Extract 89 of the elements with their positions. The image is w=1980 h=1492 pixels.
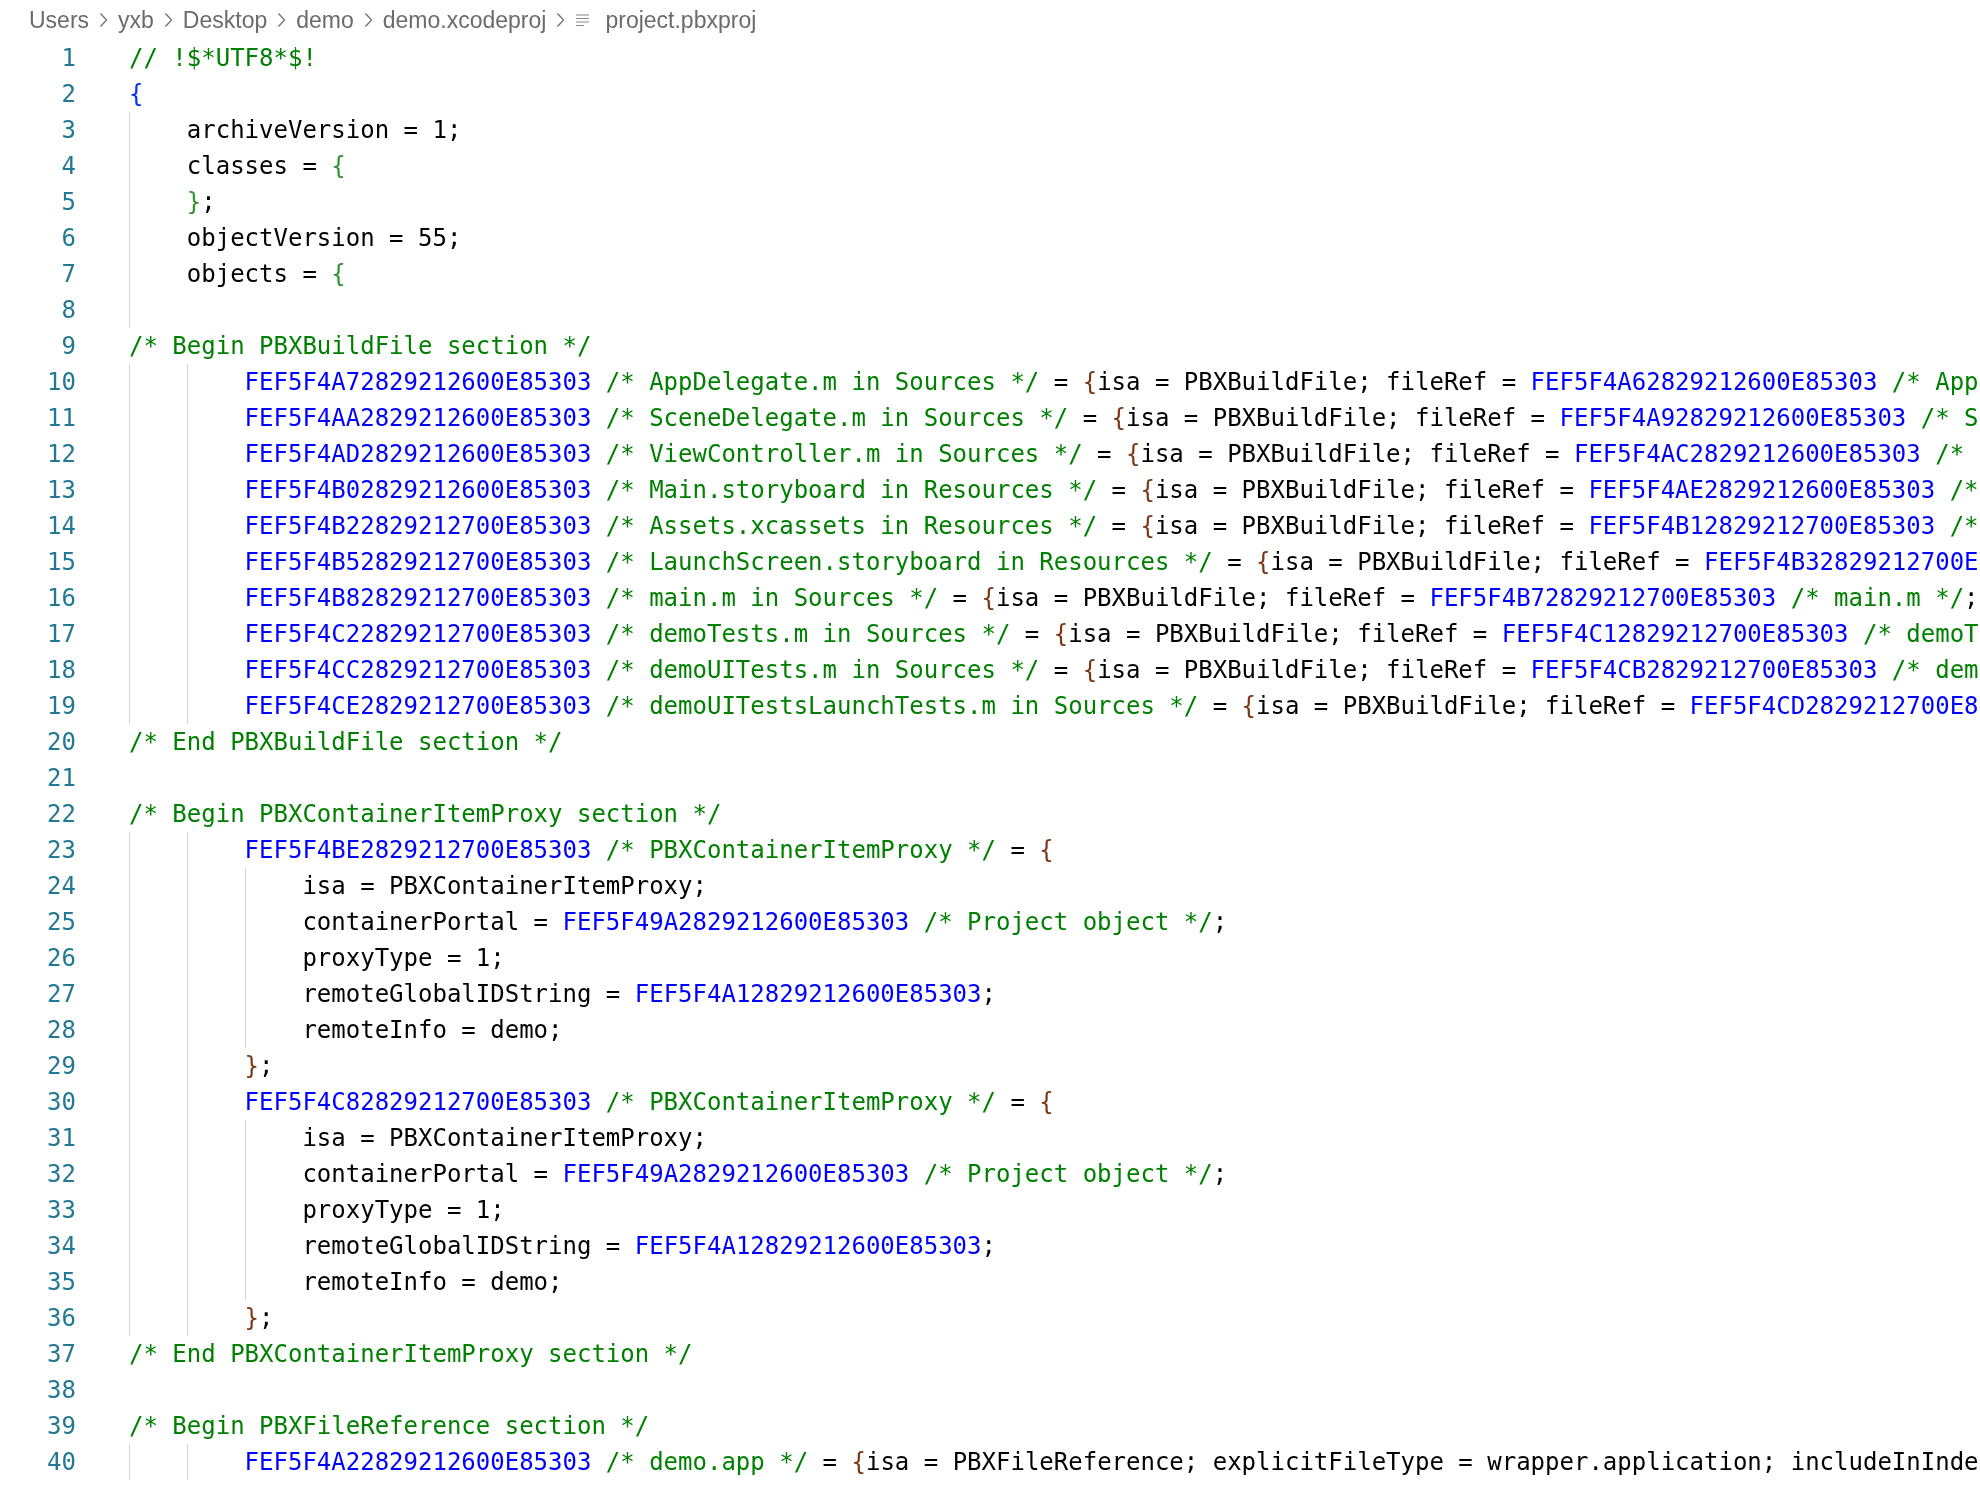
line-number: 21 xyxy=(46,763,76,794)
code-line: remoteInfo = demo; xyxy=(129,1264,563,1300)
breadcrumb-item[interactable]: project.pbxproj xyxy=(605,6,757,34)
code-line: objects = { xyxy=(129,256,346,292)
code-line: // !$*UTF8*$! xyxy=(129,43,317,74)
chevron-icon xyxy=(99,12,109,28)
code-line: FEF5F4C82829212700E85303 /* PBXContainerItemProxy */ = { xyxy=(129,1084,1054,1120)
code-line: /* Begin PBXFileReference section */ xyxy=(129,1411,650,1442)
code-line: /* Begin PBXBuildFile section */ xyxy=(129,331,592,362)
line-number: 32 xyxy=(46,1159,76,1190)
line-number: 19 xyxy=(46,691,76,722)
line-number: 17 xyxy=(46,619,76,650)
line-number: 15 xyxy=(46,547,76,578)
line-number: 31 xyxy=(46,1123,76,1154)
line-number: 40 xyxy=(46,1447,76,1478)
line-number: 26 xyxy=(46,943,76,974)
code-line: FEF5F4B52829212700E85303 /* LaunchScreen.storyboard in Resources */ = {isa = PBXBuildFile; fileRef = FEF5F4B32829212700E xyxy=(129,544,1979,580)
code-line: FEF5F4B82829212700E85303 /* main.m in Sources */ = {isa = PBXBuildFile; fileRef = FEF5F4B72829212700E85303 /* main.m */; xyxy=(129,580,1979,616)
line-number: 39 xyxy=(46,1411,76,1442)
line-number: 2 xyxy=(60,79,76,110)
line-number: 20 xyxy=(46,727,76,758)
line-number: 7 xyxy=(60,259,76,290)
breadcrumb-item[interactable]: demo.xcodeproj xyxy=(382,6,547,34)
code-line: remoteGlobalIDString = FEF5F4A12829212600E85303; xyxy=(129,1228,996,1264)
line-number: 9 xyxy=(60,331,76,362)
line-number: 10 xyxy=(46,367,76,398)
line-number: 34 xyxy=(46,1231,76,1262)
code-line: isa = PBXContainerItemProxy; xyxy=(129,868,707,904)
code-line: remoteGlobalIDString = FEF5F4A12829212600E85303; xyxy=(129,976,996,1012)
line-number: 12 xyxy=(46,439,76,470)
code-line: /* Begin PBXContainerItemProxy section */ xyxy=(129,799,722,830)
line-number: 37 xyxy=(46,1339,76,1370)
line-number: 14 xyxy=(46,511,76,542)
line-number: 28 xyxy=(46,1015,76,1046)
line-number: 27 xyxy=(46,979,76,1010)
code-line: /* End PBXContainerItemProxy section */ xyxy=(129,1339,693,1370)
chevron-icon xyxy=(556,12,566,28)
line-number: 4 xyxy=(60,151,76,182)
code-line: isa = PBXContainerItemProxy; xyxy=(129,1120,707,1156)
line-number: 8 xyxy=(60,295,76,326)
line-number: 1 xyxy=(60,43,76,74)
code-line: remoteInfo = demo; xyxy=(129,1012,563,1048)
code-line: proxyType = 1; xyxy=(129,940,505,976)
line-number: 36 xyxy=(46,1303,76,1334)
line-number: 16 xyxy=(46,583,76,614)
code-line: FEF5F4A22829212600E85303 /* demo.app */ = {isa = PBXFileReference; explicitFileType = wrapper.application; includeInInde xyxy=(129,1444,1979,1480)
code-line: FEF5F4A72829212600E85303 /* AppDelegate.m in Sources */ = {isa = PBXBuildFile; fileRef = FEF5F4A62829212600E85303 /* App xyxy=(129,364,1979,400)
code-line: archiveVersion = 1; xyxy=(129,112,462,148)
line-number: 23 xyxy=(46,835,76,866)
code-line: { xyxy=(129,79,144,110)
code-line: classes = { xyxy=(129,148,346,184)
code-line: FEF5F4CE2829212700E85303 /* demoUITestsLaunchTests.m in Sources */ = {isa = PBXBuildFile; fileRef = FEF5F4CD2829212700E8 xyxy=(129,688,1979,724)
code-line: }; xyxy=(129,1300,274,1336)
breadcrumb-item[interactable]: Desktop xyxy=(182,6,268,34)
file-lines-icon xyxy=(575,12,592,28)
line-number: 29 xyxy=(46,1051,76,1082)
code-line: proxyType = 1; xyxy=(129,1192,505,1228)
code-line: containerPortal = FEF5F49A2829212600E85303 /* Project object */; xyxy=(129,904,1228,940)
breadcrumb-item[interactable]: Users xyxy=(29,6,90,34)
code-line: FEF5F4BE2829212700E85303 /* PBXContainerItemProxy */ = { xyxy=(129,832,1054,868)
breadcrumb-item[interactable]: demo xyxy=(296,6,354,34)
code-line: }; xyxy=(129,1048,274,1084)
chevron-icon xyxy=(363,12,373,28)
code-line: FEF5F4C22829212700E85303 /* demoTests.m in Sources */ = {isa = PBXBuildFile; fileRef = FEF5F4C12829212700E85303 /* demoT xyxy=(129,616,1979,652)
line-number: 35 xyxy=(46,1267,76,1298)
code-line: /* End PBXBuildFile section */ xyxy=(129,727,563,758)
line-number: 24 xyxy=(46,871,76,902)
line-number: 30 xyxy=(46,1087,76,1118)
line-number: 6 xyxy=(60,223,76,254)
code-line: FEF5F4B02829212600E85303 /* Main.storyboard in Resources */ = {isa = PBXBuildFile; fileRef = FEF5F4AE2829212600E85303 /* xyxy=(129,472,1979,508)
breadcrumb-item[interactable]: yxb xyxy=(118,6,154,34)
line-number: 22 xyxy=(46,799,76,830)
line-number: 3 xyxy=(60,115,76,146)
line-number: 13 xyxy=(46,475,76,506)
code-line: }; xyxy=(129,184,216,220)
code-line: objectVersion = 55; xyxy=(129,220,462,256)
line-number: 18 xyxy=(46,655,76,686)
line-number: 11 xyxy=(46,403,76,434)
chevron-icon xyxy=(163,12,173,28)
code-line: FEF5F4AD2829212600E85303 /* ViewController.m in Sources */ = {isa = PBXBuildFile; fileRef = FEF5F4AC2829212600E85303 /* xyxy=(129,436,1965,472)
line-number: 25 xyxy=(46,907,76,938)
code-line: FEF5F4AA2829212600E85303 /* SceneDelegate.m in Sources */ = {isa = PBXBuildFile; fileRef = FEF5F4A92829212600E85303 /* S xyxy=(129,400,1979,436)
chevron-icon xyxy=(277,12,287,28)
line-number: 38 xyxy=(46,1375,76,1406)
code-line: FEF5F4B22829212700E85303 /* Assets.xcassets in Resources */ = {isa = PBXBuildFile; fileRef = FEF5F4B12829212700E85303 /* xyxy=(129,508,1979,544)
code-line: FEF5F4CC2829212700E85303 /* demoUITests.m in Sources */ = {isa = PBXBuildFile; fileRef = FEF5F4CB2829212700E85303 /* dem xyxy=(129,652,1979,688)
line-number: 5 xyxy=(60,187,76,218)
code-line: containerPortal = FEF5F49A2829212600E85303 /* Project object */; xyxy=(129,1156,1228,1192)
line-number: 33 xyxy=(46,1195,76,1226)
